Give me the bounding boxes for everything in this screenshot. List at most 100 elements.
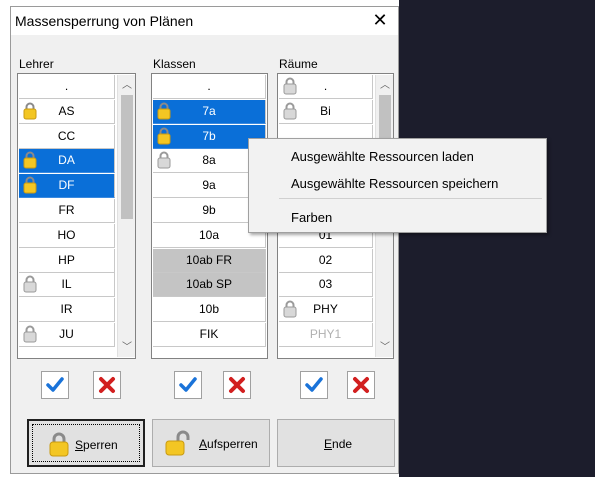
ende-button[interactable]: Ende: [277, 419, 395, 467]
list-item-label: 9b: [202, 203, 216, 217]
label-lehrer: Lehrer: [19, 57, 54, 71]
desktop-edge: [0, 0, 8, 477]
select-all-lehrer-button[interactable]: [41, 371, 69, 399]
list-item-lehrer[interactable]: IR: [19, 298, 115, 323]
list-item-label: 10b: [198, 302, 220, 317]
list-item-lehrer[interactable]: JU: [19, 323, 115, 347]
list-item-klassen[interactable]: 10b: [153, 298, 266, 323]
menu-separator: [279, 198, 542, 199]
label-klassen: Klassen: [153, 57, 196, 71]
list-item-label: 03: [318, 277, 333, 292]
context-menu: Ausgewählte Ressourcen laden Ausgewählte…: [248, 138, 547, 233]
lock-gray-icon: [23, 325, 37, 343]
list-item-label: .: [323, 79, 328, 93]
list-item-label: PHY1: [309, 327, 342, 341]
list-item-raeume[interactable]: Bi: [279, 99, 373, 124]
list-item-klassen[interactable]: FIK: [153, 323, 266, 347]
list-item-raeume[interactable]: PHY: [279, 298, 373, 323]
list-item-label: 8a: [202, 153, 216, 168]
lock-gold-icon: [157, 127, 171, 145]
mass-lock-dialog: Massensperrung von Plänen ✕ Lehrer Klass…: [10, 6, 399, 474]
list-item-label: PHY: [313, 302, 338, 317]
aufsperren-label: Aufsperren: [199, 437, 258, 451]
list-item-lehrer[interactable]: DA: [19, 149, 115, 174]
sperren-button[interactable]: Sperren: [27, 419, 145, 467]
list-item-label: .: [64, 79, 69, 93]
lock-gold-icon: [23, 102, 37, 120]
menu-item-load[interactable]: Ausgewählte Ressourcen laden: [291, 149, 474, 164]
list-item-label: HP: [58, 252, 75, 267]
list-item-label: JU: [59, 327, 74, 341]
scrollbar-lehrer[interactable]: ︿ ﹀: [117, 75, 135, 357]
list-item-label: DA: [58, 153, 75, 168]
list-item-klassen[interactable]: 10ab SP: [153, 273, 266, 298]
desktop-background: [399, 0, 595, 477]
list-item-label: IL: [61, 277, 72, 292]
lock-gray-icon: [23, 275, 37, 293]
list-item-raeume[interactable]: 03: [279, 273, 373, 298]
deselect-all-lehrer-button[interactable]: [93, 371, 121, 399]
dialog-title: Massensperrung von Plänen: [15, 13, 194, 29]
list-item-label: 02: [318, 252, 333, 267]
list-item-label: 10ab FR: [185, 252, 233, 267]
lock-open-icon: [165, 430, 190, 456]
list-lehrer[interactable]: JU IR IL HP HO FR DF DA CC AS. ︿ ﹀: [17, 73, 136, 359]
list-item-label: FIK: [199, 327, 219, 341]
list-item-raeume[interactable]: PHY1: [279, 323, 373, 347]
cross-icon: [229, 377, 245, 393]
lock-closed-icon: [49, 432, 69, 457]
checkmark-icon: [179, 377, 197, 392]
checkmark-icon: [46, 377, 64, 392]
list-item-lehrer[interactable]: CC: [19, 124, 115, 149]
list-item-label: 7b: [202, 128, 216, 143]
lock-gray-icon: [283, 102, 297, 120]
aufsperren-button[interactable]: Aufsperren: [152, 419, 270, 467]
menu-item-save[interactable]: Ausgewählte Ressourcen speichern: [291, 176, 498, 191]
list-item-label: IR: [60, 302, 73, 317]
list-item-label: 10ab SP: [185, 277, 233, 292]
scroll-thumb[interactable]: [121, 95, 133, 219]
lock-gold-icon: [23, 176, 37, 194]
list-item-klassen[interactable]: .: [153, 75, 266, 99]
lock-gold-icon: [23, 151, 37, 169]
list-item-lehrer[interactable]: HO: [19, 223, 115, 248]
lock-gray-icon: [157, 151, 171, 169]
lock-gray-icon: [283, 77, 297, 95]
select-all-raeume-button[interactable]: [300, 371, 328, 399]
scroll-up-icon[interactable]: ︿: [376, 79, 393, 93]
label-raeume: Räume: [279, 57, 318, 71]
lock-gray-icon: [283, 300, 297, 318]
list-item-raeume[interactable]: .: [279, 75, 373, 99]
cross-icon: [353, 377, 369, 393]
list-item-label: CC: [57, 128, 76, 143]
scroll-up-icon[interactable]: ︿: [118, 79, 135, 93]
list-item-label: 7a: [202, 103, 216, 118]
list-item-lehrer[interactable]: AS: [19, 99, 115, 124]
title-bar: Massensperrung von Plänen ✕: [11, 7, 398, 35]
list-item-klassen[interactable]: 10ab FR: [153, 248, 266, 273]
list-item-raeume[interactable]: 02: [279, 248, 373, 273]
list-item-label: 9a: [202, 178, 216, 193]
scroll-down-icon[interactable]: ﹀: [118, 341, 135, 355]
list-item-lehrer[interactable]: .: [19, 75, 115, 99]
menu-item-colors[interactable]: Farben: [291, 210, 332, 225]
deselect-all-klassen-button[interactable]: [223, 371, 251, 399]
deselect-all-raeume-button[interactable]: [347, 371, 375, 399]
list-item-label: AS: [58, 103, 75, 118]
list-item-label: Bi: [320, 103, 331, 118]
list-item-label: FR: [58, 203, 75, 217]
list-item-klassen[interactable]: 7a: [153, 99, 266, 124]
list-item-lehrer[interactable]: DF: [19, 174, 115, 199]
list-item-label: 10a: [198, 227, 220, 242]
list-item-lehrer[interactable]: FR: [19, 199, 115, 223]
select-all-klassen-button[interactable]: [174, 371, 202, 399]
list-item-label: HO: [57, 227, 76, 242]
sperren-label: Sperren: [75, 438, 118, 452]
list-item-label: DF: [58, 178, 75, 193]
list-item-lehrer[interactable]: IL: [19, 273, 115, 298]
ende-label: Ende: [324, 437, 353, 451]
close-button[interactable]: ✕: [370, 10, 390, 30]
list-item-lehrer[interactable]: HP: [19, 248, 115, 273]
scroll-down-icon[interactable]: ﹀: [376, 341, 393, 355]
checkmark-icon: [305, 377, 323, 392]
